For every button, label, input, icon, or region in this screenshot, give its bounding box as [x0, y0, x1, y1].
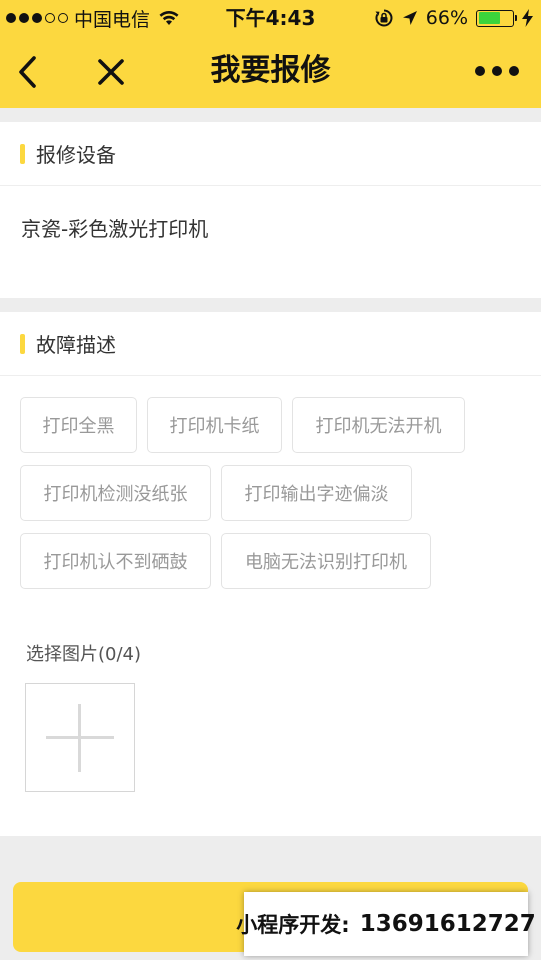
signal-dot	[58, 13, 68, 23]
page-title: 我要报修	[210, 53, 331, 88]
signal-strength-icon	[6, 13, 68, 23]
photo-picker-label: 选择图片(0/4)	[26, 644, 142, 665]
fault-tag[interactable]: 电脑无法识别打印机	[221, 533, 431, 589]
plus-icon[interactable]	[25, 683, 135, 792]
signal-dot	[19, 13, 29, 23]
signal-dot	[6, 13, 16, 23]
section-accent-bar	[20, 143, 25, 164]
carrier-name: 中国电信	[74, 8, 151, 31]
fault-tag[interactable]: 打印全黑	[20, 397, 137, 453]
fault-tag[interactable]: 打印机卡纸	[147, 397, 282, 453]
fault-tag[interactable]: 打印机检测没纸张	[20, 465, 211, 521]
more-dot	[492, 66, 502, 76]
section-accent-bar	[20, 333, 25, 354]
status-bar: 中国电信 下午4:43 66%	[0, 0, 541, 36]
more-dot	[475, 66, 485, 76]
contact-label: 小程序开发:	[236, 913, 350, 937]
device-name: 京瓷-彩色激光打印机	[21, 217, 209, 241]
battery-percent: 66%	[425, 7, 468, 29]
location-arrow-icon	[402, 11, 417, 25]
wifi-icon	[159, 11, 179, 25]
close-x-icon[interactable]	[96, 56, 126, 88]
device-section-header: 报修设备	[0, 122, 541, 186]
fault-section-header: 故障描述	[0, 312, 541, 376]
status-left: 中国电信	[6, 0, 180, 36]
contact-banner: 小程序开发: 13691612727	[236, 892, 536, 956]
contact-phone: 13691612727	[359, 911, 536, 937]
signal-dot	[32, 13, 42, 23]
status-right: 66%	[374, 0, 533, 36]
battery-icon	[476, 9, 517, 27]
more-dots-icon[interactable]	[475, 66, 519, 76]
device-section: 报修设备 京瓷-彩色激光打印机	[0, 122, 541, 298]
fault-tag[interactable]: 打印机认不到硒鼓	[20, 533, 211, 589]
back-chevron-icon[interactable]	[14, 54, 42, 90]
battery-level-fill	[478, 12, 501, 24]
fault-tag[interactable]: 打印输出字迹偏淡	[221, 465, 412, 521]
more-dot	[509, 66, 519, 76]
signal-dot	[45, 13, 55, 23]
rotation-lock-icon	[375, 9, 393, 27]
navigation-bar: 我要报修	[0, 36, 541, 108]
fault-section-title: 故障描述	[36, 333, 116, 357]
charging-bolt-icon	[522, 9, 533, 27]
fault-tag[interactable]: 打印机无法开机	[292, 397, 465, 453]
fault-section: 故障描述 打印全黑 打印机卡纸 打印机无法开机 打印机检测没纸张 打印输出字迹偏…	[0, 312, 541, 836]
device-section-title: 报修设备	[36, 143, 116, 167]
